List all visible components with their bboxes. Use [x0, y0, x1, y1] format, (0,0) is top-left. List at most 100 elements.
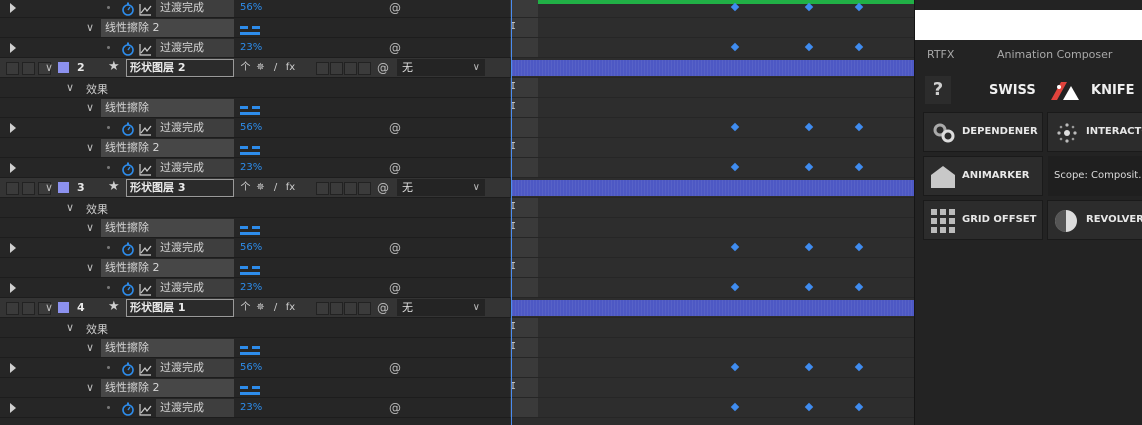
graph-editor-icon[interactable]: [139, 401, 152, 420]
twirl-open-icon[interactable]: ∨: [66, 201, 74, 214]
keyframe-diamond[interactable]: [854, 402, 864, 412]
video-switch[interactable]: [6, 182, 19, 195]
quality-switch-icon[interactable]: /: [268, 60, 283, 75]
property-row[interactable]: 过渡完成 56% @: [0, 358, 510, 378]
effects-group-row[interactable]: ∨ 效果: [0, 198, 510, 218]
revolver-button[interactable]: REVOLVER: [1047, 200, 1142, 240]
switch-box[interactable]: [316, 62, 329, 75]
twirl-closed-icon[interactable]: [10, 283, 16, 293]
tab-animation-composer[interactable]: Animation Composer: [997, 48, 1112, 61]
layer-row[interactable]: ∨ 3 ★ 形状图层 3 个 ✵ / fx @ 无 ∨: [0, 178, 510, 198]
parent-dropdown[interactable]: 无 ∨: [397, 59, 485, 76]
keyframe-diamond[interactable]: [730, 282, 740, 292]
pickwhip-spiral-icon[interactable]: @: [377, 301, 389, 315]
collapse-switch-icon[interactable]: ✵: [253, 60, 268, 75]
scope-dropdown[interactable]: Scope: Composit...: [1048, 156, 1142, 196]
effect-name[interactable]: 线性擦除: [101, 339, 234, 357]
label-color-swatch[interactable]: [58, 62, 69, 73]
layer-name[interactable]: 形状图层 1: [126, 299, 234, 317]
expression-spiral-icon[interactable]: @: [389, 281, 401, 295]
keyframe-diamond[interactable]: [804, 2, 814, 12]
quality-switch-icon[interactable]: /: [268, 180, 283, 195]
twirl-closed-icon[interactable]: [10, 163, 16, 173]
effect-row[interactable]: ∨ 线性擦除 2: [0, 378, 510, 398]
property-row[interactable]: 过渡完成 23% @: [0, 398, 510, 418]
keyframe-diamond[interactable]: [730, 122, 740, 132]
parent-dropdown[interactable]: 无 ∨: [397, 299, 485, 316]
keyframe-diamond[interactable]: [730, 2, 740, 12]
property-row[interactable]: 过渡完成 56% @: [0, 118, 510, 138]
property-value[interactable]: 56%: [240, 122, 262, 133]
keyframe-diamond[interactable]: [730, 362, 740, 372]
property-row[interactable]: 过渡完成 23% @: [0, 38, 510, 58]
layer-name[interactable]: 形状图层 3: [126, 179, 234, 197]
keyframe-diamond[interactable]: [854, 122, 864, 132]
expression-spiral-icon[interactable]: @: [389, 41, 401, 55]
keyframe-diamond[interactable]: [854, 282, 864, 292]
property-value[interactable]: 23%: [240, 42, 262, 53]
property-row[interactable]: 过渡完成 23% @: [0, 278, 510, 298]
keyframe-diamond[interactable]: [730, 242, 740, 252]
effect-row[interactable]: ∨ 线性擦除: [0, 218, 510, 238]
effect-row[interactable]: ∨ 线性擦除 2: [0, 18, 510, 38]
twirl-open-icon[interactable]: ∨: [86, 261, 94, 274]
tab-rtfx[interactable]: RTFX: [927, 48, 954, 61]
switch-box[interactable]: [330, 302, 343, 315]
current-time-indicator[interactable]: [511, 0, 512, 425]
effect-row[interactable]: ∨ 线性擦除 2: [0, 258, 510, 278]
twirl-open-icon[interactable]: ∨: [86, 101, 94, 114]
switch-box[interactable]: [344, 302, 357, 315]
switch-box[interactable]: [316, 182, 329, 195]
keyframe-diamond[interactable]: [804, 402, 814, 412]
fx-switch-icon[interactable]: fx: [283, 180, 298, 195]
twirl-open-icon[interactable]: ∨: [86, 341, 94, 354]
property-row[interactable]: 过渡完成 23% @: [0, 158, 510, 178]
expression-spiral-icon[interactable]: @: [389, 161, 401, 175]
effect-name[interactable]: 线性擦除: [101, 219, 234, 237]
layer-name[interactable]: 形状图层 2: [126, 59, 234, 77]
dependener-button[interactable]: DEPENDENER: [923, 112, 1043, 152]
video-switch[interactable]: [6, 62, 19, 75]
switch-box[interactable]: [358, 182, 371, 195]
property-row[interactable]: 过渡完成 56% @: [0, 238, 510, 258]
label-color-swatch[interactable]: [58, 182, 69, 193]
fx-switch-icon[interactable]: fx: [283, 300, 298, 315]
effect-name[interactable]: 线性擦除 2: [101, 259, 234, 277]
switch-box[interactable]: [330, 62, 343, 75]
switch-box[interactable]: [330, 182, 343, 195]
twirl-open-icon[interactable]: ∨: [45, 181, 53, 194]
audio-switch[interactable]: [22, 62, 35, 75]
quality-switch-icon[interactable]: /: [268, 300, 283, 315]
twirl-closed-icon[interactable]: [10, 363, 16, 373]
twirl-open-icon[interactable]: ∨: [66, 321, 74, 334]
expression-spiral-icon[interactable]: @: [389, 241, 401, 255]
keyframe-diamond[interactable]: [854, 362, 864, 372]
property-value[interactable]: 23%: [240, 282, 262, 293]
keyframe-diamond[interactable]: [804, 242, 814, 252]
property-value[interactable]: 56%: [240, 2, 262, 13]
pickwhip-spiral-icon[interactable]: @: [377, 61, 389, 75]
effects-group-row[interactable]: ∨ 效果: [0, 78, 510, 98]
grid-offset-button[interactable]: GRID OFFSET: [923, 200, 1043, 240]
switch-box[interactable]: [344, 182, 357, 195]
property-value[interactable]: 56%: [240, 362, 262, 373]
property-row[interactable]: 过渡完成 56% @: [0, 0, 510, 18]
interactor-button[interactable]: INTERACTOR: [1047, 112, 1142, 152]
twirl-closed-icon[interactable]: [10, 3, 16, 13]
switch-box[interactable]: [316, 302, 329, 315]
stopwatch-icon[interactable]: [121, 401, 135, 420]
video-switch[interactable]: [6, 302, 19, 315]
animarker-button[interactable]: ANIMARKER: [923, 156, 1043, 196]
keyframe-diamond[interactable]: [730, 42, 740, 52]
keyframe-diamond[interactable]: [804, 362, 814, 372]
property-value[interactable]: 23%: [240, 402, 262, 413]
parent-dropdown[interactable]: 无 ∨: [397, 179, 485, 196]
layer-duration-bar[interactable]: [512, 300, 914, 316]
twirl-closed-icon[interactable]: [10, 43, 16, 53]
shy-switch-icon[interactable]: 个: [238, 180, 253, 195]
effect-row[interactable]: ∨ 线性擦除: [0, 338, 510, 358]
layer-row[interactable]: ∨ 4 ★ 形状图层 1 个 ✵ / fx @ 无 ∨: [0, 298, 510, 318]
keyframe-diamond[interactable]: [730, 402, 740, 412]
keyframe-diamond[interactable]: [854, 42, 864, 52]
twirl-open-icon[interactable]: ∨: [66, 81, 74, 94]
